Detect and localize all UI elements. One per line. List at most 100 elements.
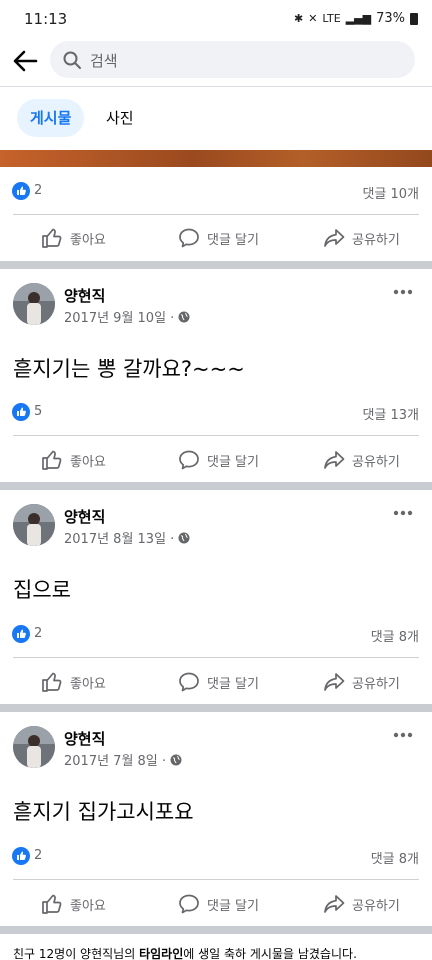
status-bar: 11:13 ✱ ✕ LTE ▂▄▆ 73% bbox=[0, 0, 432, 38]
globe-icon bbox=[178, 311, 190, 322]
share-button[interactable]: 공유하기 bbox=[322, 670, 400, 694]
comment-button[interactable]: 댓글 달기 bbox=[177, 226, 259, 250]
comment-label: 댓글 달기 bbox=[207, 898, 259, 914]
signal-icon: ▂▄▆ bbox=[345, 12, 372, 25]
post-card: 양현직 2017년 7월 8일 · 흗지기 집가고시포요 2 댓글 8개 좋아요… bbox=[0, 712, 432, 926]
comment-count[interactable]: 댓글 8개 bbox=[371, 848, 419, 867]
battery-icon bbox=[410, 12, 418, 25]
reaction-divider bbox=[13, 879, 419, 880]
globe-icon bbox=[178, 532, 190, 543]
comment-icon bbox=[179, 450, 199, 470]
share-label: 공유하기 bbox=[352, 898, 400, 914]
search-input[interactable]: 검색 bbox=[50, 41, 415, 78]
reaction-divider bbox=[13, 657, 419, 658]
more-options-icon[interactable] bbox=[393, 288, 413, 296]
post-author[interactable]: 양현직 bbox=[64, 728, 105, 749]
like-badge-icon bbox=[12, 403, 30, 421]
share-icon bbox=[324, 673, 345, 691]
like-button[interactable]: 좋아요 bbox=[40, 670, 106, 694]
like-label: 좋아요 bbox=[70, 898, 106, 914]
like-badge-icon bbox=[12, 182, 30, 200]
search-placeholder: 검색 bbox=[90, 52, 118, 70]
birthday-notice-suffix: 에 생일 축하 게시물을 남겼습니다. bbox=[183, 947, 357, 960]
comment-count[interactable]: 댓글 13개 bbox=[362, 404, 419, 423]
comment-label: 댓글 달기 bbox=[207, 454, 259, 470]
post-author[interactable]: 양현직 bbox=[64, 285, 105, 306]
feed-separator bbox=[0, 261, 432, 269]
comment-count[interactable]: 댓글 10개 bbox=[362, 183, 419, 202]
like-badge-icon bbox=[12, 847, 30, 865]
like-label: 좋아요 bbox=[70, 676, 106, 692]
mute-icon: ✕ bbox=[308, 12, 318, 25]
comment-icon bbox=[179, 894, 199, 914]
thumbs-up-icon bbox=[42, 228, 62, 248]
like-badge-icon bbox=[12, 625, 30, 643]
share-button[interactable]: 공유하기 bbox=[322, 892, 400, 916]
status-icons: ✱ ✕ LTE ▂▄▆ 73% bbox=[294, 11, 418, 26]
more-options-icon[interactable] bbox=[393, 731, 413, 739]
comment-label: 댓글 달기 bbox=[207, 232, 259, 248]
like-count[interactable]: 2 bbox=[34, 626, 42, 641]
share-label: 공유하기 bbox=[352, 232, 400, 248]
battery-percent: 73% bbox=[376, 11, 405, 26]
avatar[interactable] bbox=[13, 283, 55, 325]
feed-separator bbox=[0, 926, 432, 934]
avatar[interactable] bbox=[13, 504, 55, 546]
post-author[interactable]: 양현직 bbox=[64, 506, 105, 527]
post-card: 양현직 2017년 8월 13일 · 집으로 2 댓글 8개 좋아요 댓글 달기… bbox=[0, 490, 432, 704]
share-icon bbox=[324, 451, 345, 469]
post-date-text[interactable]: 2017년 9월 10일 · bbox=[64, 307, 174, 326]
tab-posts[interactable]: 게시물 bbox=[17, 99, 85, 137]
comment-icon bbox=[179, 228, 199, 248]
post-date-text[interactable]: 2017년 7월 8일 · bbox=[64, 750, 166, 769]
comment-button[interactable]: 댓글 달기 bbox=[177, 670, 259, 694]
avatar[interactable] bbox=[13, 726, 55, 768]
tab-photos[interactable]: 사진 bbox=[93, 99, 147, 137]
post-text: 흗지기는 뽕 갈까요?~~~ bbox=[13, 357, 245, 381]
like-button[interactable]: 좋아요 bbox=[40, 226, 106, 250]
status-time: 11:13 bbox=[24, 10, 68, 28]
comment-count[interactable]: 댓글 8개 bbox=[371, 626, 419, 645]
more-options-icon[interactable] bbox=[393, 509, 413, 517]
timeline-link[interactable]: 타임라인 bbox=[139, 947, 183, 960]
feed-separator bbox=[0, 482, 432, 490]
lte-icon: LTE bbox=[322, 12, 341, 25]
post-date: 2017년 7월 8일 · bbox=[64, 750, 182, 769]
bluetooth-icon: ✱ bbox=[293, 12, 304, 25]
search-icon bbox=[63, 51, 81, 69]
like-button[interactable]: 좋아요 bbox=[40, 892, 106, 916]
comment-button[interactable]: 댓글 달기 bbox=[177, 892, 259, 916]
thumbs-up-icon bbox=[42, 894, 62, 914]
share-label: 공유하기 bbox=[352, 454, 400, 470]
post-text: 흗지기 집가고시포요 bbox=[13, 800, 194, 824]
share-button[interactable]: 공유하기 bbox=[322, 226, 400, 250]
thumbs-up-icon bbox=[42, 450, 62, 470]
birthday-notice-prefix: 친구 12명이 양현직님의 bbox=[13, 947, 140, 960]
post-date-text[interactable]: 2017년 8월 13일 · bbox=[64, 528, 174, 547]
back-arrow-icon[interactable] bbox=[10, 46, 40, 76]
like-count[interactable]: 5 bbox=[34, 404, 42, 419]
share-button[interactable]: 공유하기 bbox=[322, 448, 400, 472]
like-count[interactable]: 2 bbox=[34, 848, 42, 863]
like-label: 좋아요 bbox=[70, 232, 106, 248]
like-label: 좋아요 bbox=[70, 454, 106, 470]
comment-icon bbox=[179, 672, 199, 692]
share-label: 공유하기 bbox=[352, 676, 400, 692]
birthday-notice[interactable]: 친구 12명이 양현직님의 타임라인에 생일 축하 게시물을 남겼습니다. bbox=[13, 945, 357, 960]
comment-label: 댓글 달기 bbox=[207, 676, 259, 692]
thumbs-up-icon bbox=[42, 672, 62, 692]
comment-button[interactable]: 댓글 달기 bbox=[177, 448, 259, 472]
like-count[interactable]: 2 bbox=[34, 183, 42, 198]
reaction-divider bbox=[13, 214, 419, 215]
feed-separator bbox=[0, 704, 432, 712]
share-icon bbox=[324, 895, 345, 913]
post-footer-partial: 2 댓글 10개 좋아요 댓글 달기 공유하기 bbox=[0, 167, 432, 261]
like-button[interactable]: 좋아요 bbox=[40, 448, 106, 472]
post-date: 2017년 8월 13일 · bbox=[64, 528, 190, 547]
post-date: 2017년 9월 10일 · bbox=[64, 307, 190, 326]
globe-icon bbox=[170, 754, 182, 765]
search-header: 검색 bbox=[0, 38, 432, 84]
post-photo[interactable] bbox=[0, 150, 432, 167]
tabs: 게시물 사진 bbox=[0, 87, 432, 149]
share-icon bbox=[324, 229, 345, 247]
